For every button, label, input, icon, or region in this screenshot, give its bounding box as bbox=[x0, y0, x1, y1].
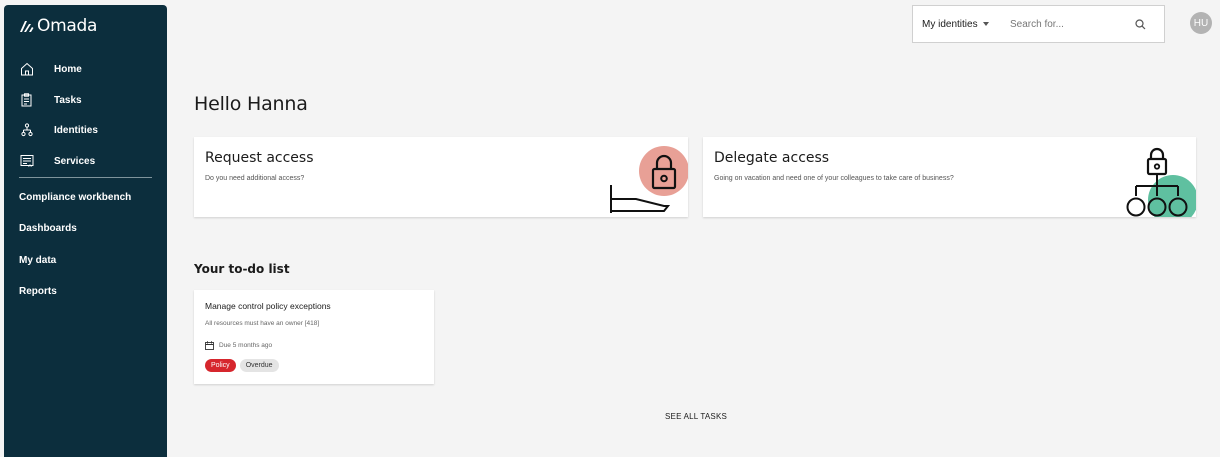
identities-icon bbox=[19, 122, 35, 138]
logo-text: Omada bbox=[37, 16, 98, 36]
sidebar-item-label: Services bbox=[54, 155, 96, 167]
avatar[interactable]: HU bbox=[1190, 12, 1212, 34]
omada-mark-icon bbox=[20, 20, 34, 32]
identity-scope-dropdown[interactable]: My identities bbox=[912, 5, 1001, 43]
search-input[interactable] bbox=[1010, 18, 1130, 30]
delegate-access-card[interactable]: Delegate access Going on vacation and ne… bbox=[703, 137, 1196, 217]
todo-heading: Your to-do list bbox=[194, 262, 290, 276]
task-card[interactable]: Manage control policy exceptions All res… bbox=[194, 290, 434, 384]
sidebar-link-dashboards[interactable]: Dashboards bbox=[19, 223, 77, 234]
card-title: Delegate access bbox=[714, 150, 830, 166]
chevron-down-icon bbox=[982, 22, 989, 26]
sidebar-item-tasks[interactable]: Tasks bbox=[4, 88, 167, 112]
task-badges: Policy Overdue bbox=[205, 359, 279, 372]
omada-logo[interactable]: Omada bbox=[19, 16, 97, 36]
request-access-card[interactable]: Request access Do you need additional ac… bbox=[194, 137, 688, 217]
calendar-icon bbox=[205, 341, 214, 350]
home-icon bbox=[19, 61, 35, 77]
sidebar-item-home[interactable]: Home bbox=[4, 57, 167, 81]
task-due: Due 5 months ago bbox=[205, 341, 272, 350]
sidebar: Omada Home Tasks Identities Services Com… bbox=[4, 5, 167, 457]
policy-badge: Policy bbox=[205, 359, 236, 372]
task-subtitle: All resources must have an owner [418] bbox=[205, 320, 320, 327]
card-subtitle: Do you need additional access? bbox=[205, 175, 305, 182]
page-title: Hello Hanna bbox=[194, 93, 308, 115]
sidebar-link-compliance-workbench[interactable]: Compliance workbench bbox=[19, 192, 131, 203]
search-icon[interactable] bbox=[1135, 19, 1146, 30]
sidebar-item-services[interactable]: Services bbox=[4, 149, 167, 173]
overdue-badge: Overdue bbox=[239, 359, 279, 372]
sidebar-link-reports[interactable]: Reports bbox=[19, 286, 57, 297]
services-icon bbox=[19, 153, 35, 169]
task-title: Manage control policy exceptions bbox=[205, 301, 331, 311]
task-due-text: Due 5 months ago bbox=[219, 342, 273, 349]
identity-scope-label: My identities bbox=[922, 18, 978, 30]
see-all-tasks-link[interactable]: SEE ALL TASKS bbox=[665, 412, 727, 421]
tasks-icon bbox=[19, 92, 35, 108]
sidebar-divider bbox=[19, 177, 152, 178]
sidebar-item-label: Home bbox=[54, 63, 82, 75]
card-title: Request access bbox=[205, 150, 314, 166]
lock-hierarchy-icon bbox=[1126, 147, 1196, 217]
sidebar-link-my-data[interactable]: My data bbox=[19, 255, 56, 266]
sidebar-item-label: Tasks bbox=[54, 94, 82, 106]
sidebar-item-identities[interactable]: Identities bbox=[4, 118, 167, 142]
search-box bbox=[1000, 5, 1165, 43]
card-subtitle: Going on vacation and need one of your c… bbox=[714, 175, 954, 182]
sidebar-item-label: Identities bbox=[54, 124, 98, 136]
lock-hand-icon bbox=[610, 146, 688, 213]
